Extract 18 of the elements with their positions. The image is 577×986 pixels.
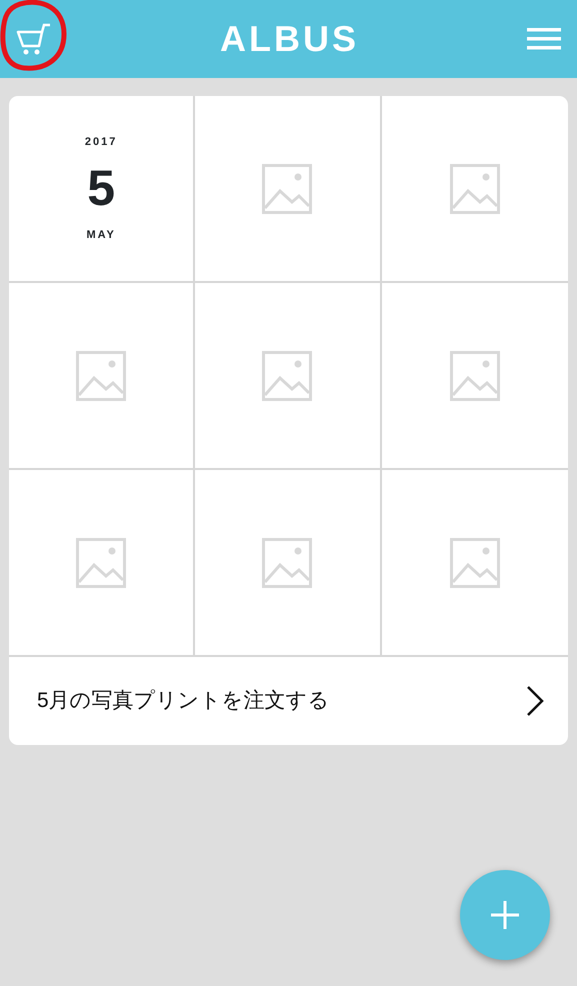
image-placeholder-icon[interactable] (450, 164, 500, 214)
image-placeholder-icon[interactable] (262, 164, 312, 214)
app-title: ALBUS (220, 17, 359, 61)
image-placeholder-icon[interactable] (76, 538, 126, 588)
image-placeholder-icon[interactable] (262, 350, 312, 400)
plus-icon (489, 899, 521, 931)
chevron-right-icon (526, 685, 544, 717)
cart-icon[interactable] (16, 23, 52, 55)
image-placeholder-icon[interactable] (450, 538, 500, 588)
month-label: MAY (86, 228, 116, 242)
image-placeholder-icon[interactable] (450, 350, 500, 400)
image-placeholder-icon[interactable] (76, 350, 126, 400)
year-label: 2017 (84, 135, 118, 150)
day-number: 5 (87, 162, 116, 212)
image-placeholder-icon[interactable] (262, 538, 312, 588)
order-prints-link[interactable]: 5月の写真プリントを注文する (9, 657, 568, 745)
add-button[interactable] (460, 870, 550, 960)
menu-icon[interactable] (527, 27, 561, 51)
